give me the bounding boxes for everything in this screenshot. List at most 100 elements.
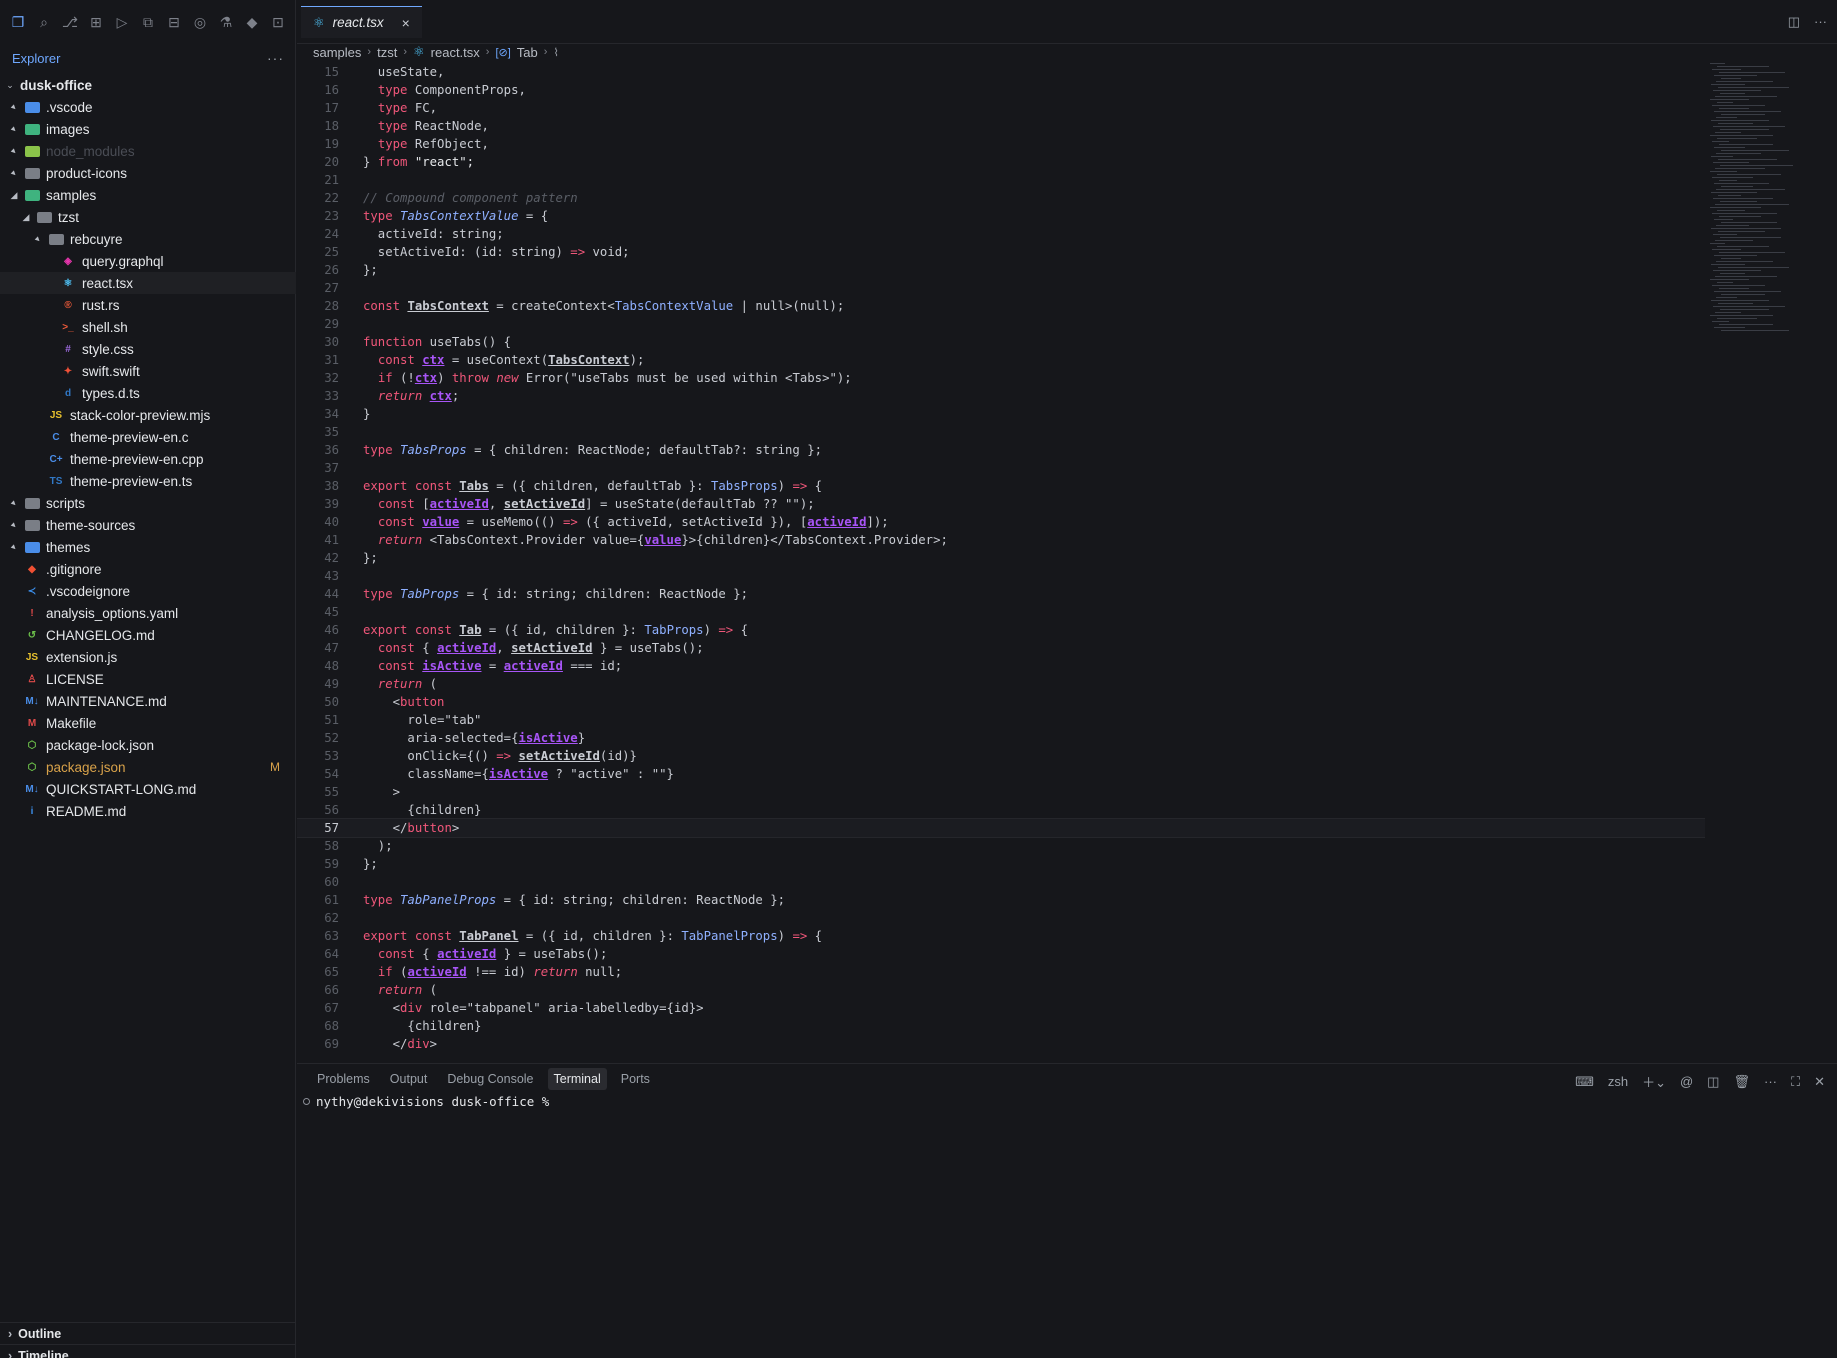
code-line[interactable]: 59}; [297,855,1705,873]
code-line[interactable]: 25 setActiveId: (id: string) => void; [297,243,1705,261]
code-line[interactable]: 53 onClick={() => setActiveId(id)} [297,747,1705,765]
source-control-icon[interactable]: ⎇ [60,12,80,32]
accounts-icon[interactable]: ◎ [190,12,210,32]
panel-tab-ports[interactable]: Ports [615,1068,656,1090]
more-actions-icon[interactable]: ··· [1764,1074,1777,1089]
tree-file-item[interactable]: JS extension.js [0,646,296,668]
tree-file-item[interactable]: ! analysis_options.yaml [0,602,296,624]
terminal-prompt-line[interactable]: nythy@dekivisions dusk-office % [303,1094,549,1109]
more-actions-icon[interactable]: ··· [1814,14,1827,30]
code-line[interactable]: 37 [297,459,1705,477]
tree-file-item[interactable]: d types.d.ts [0,382,296,404]
tree-file-item[interactable]: # style.css [0,338,296,360]
code-line[interactable]: 28 const TabsContext = createContext<Tabs… [297,297,1705,315]
extensions-icon[interactable]: ⊟ [164,12,184,32]
code-editor[interactable]: 15 useState, 16 type ComponentProps, 17 ty… [297,63,1705,1063]
tree-file-item[interactable]: M↓ MAINTENANCE.md [0,690,296,712]
code-line[interactable]: 68 {children} [297,1017,1705,1035]
files-icon[interactable]: ❐ [8,12,28,32]
testing-icon[interactable]: ⚗ [216,12,236,32]
tree-file-item[interactable]: M↓ QUICKSTART-LONG.md [0,778,296,800]
new-terminal-icon[interactable]: ＋⌄ [1642,1072,1666,1091]
code-line[interactable]: 51 role="tab" [297,711,1705,729]
tree-file-item[interactable]: i README.md [0,800,296,822]
breadcrumb-item-file[interactable]: react.tsx [431,45,480,60]
explorer-more-actions-button[interactable]: ··· [267,50,284,66]
code-line[interactable]: 54 className={isActive ? "active" : ""} [297,765,1705,783]
code-line[interactable]: 42}; [297,549,1705,567]
code-line[interactable]: 33 return ctx; [297,387,1705,405]
code-line[interactable]: 19 type RefObject, [297,135,1705,153]
code-line[interactable]: 48 const isActive = activeId === id; [297,657,1705,675]
breadcrumb-item-symbol[interactable]: Tab [517,45,538,60]
code-line[interactable]: 40 const value = useMemo(() => ({ active… [297,513,1705,531]
code-line[interactable]: 43 [297,567,1705,585]
code-line[interactable]: 34} [297,405,1705,423]
tree-file-item[interactable]: ® rust.rs [0,294,296,316]
tree-file-item[interactable]: ◆ .gitignore [0,558,296,580]
code-line[interactable]: 17 type FC, [297,99,1705,117]
tab-react-tsx[interactable]: ⚛ react.tsx × [301,6,422,38]
code-line[interactable]: 35 [297,423,1705,441]
code-line[interactable]: 38 export const Tabs = ({ children, defau… [297,477,1705,495]
code-line[interactable]: 62 [297,909,1705,927]
remote-explorer-icon[interactable]: ⧉ [138,12,158,32]
search-icon[interactable]: ⌕ [34,12,54,32]
code-line[interactable]: 63 export const TabPanel = ({ id, childre… [297,927,1705,945]
breadcrumb-item-samples[interactable]: samples [313,45,361,60]
tree-file-item[interactable]: >_ shell.sh [0,316,296,338]
code-line[interactable]: 57 </button> [297,818,1705,838]
close-icon[interactable]: ✕ [1814,1074,1825,1090]
code-line[interactable]: 55 > [297,783,1705,801]
code-line[interactable]: 32 if (!ctx) throw new Error("useTabs mu… [297,369,1705,387]
code-line[interactable]: 65 if (activeId !== id) return null; [297,963,1705,981]
code-line[interactable]: 30 function useTabs() { [297,333,1705,351]
code-line[interactable]: 45 [297,603,1705,621]
code-line[interactable]: 58 ); [297,837,1705,855]
code-line[interactable]: 21 [297,171,1705,189]
tree-file-item[interactable]: ⬡ package-lock.json [0,734,296,756]
code-line[interactable]: 29 [297,315,1705,333]
tree-folder-item[interactable]: ◢ tzst [0,206,296,228]
code-line[interactable]: 23 type TabsContextValue = { [297,207,1705,225]
code-line[interactable]: 15 useState, [297,63,1705,81]
tree-file-item[interactable]: ◈ query.graphql [0,250,296,272]
tree-folder-item[interactable]: ▸ rebcuyre [0,228,296,250]
tree-file-item[interactable]: C+ theme-preview-en.cpp [0,448,296,470]
tree-file-item[interactable]: JS stack-color-preview.mjs [0,404,296,426]
code-line[interactable]: 66 return ( [297,981,1705,999]
tree-file-item[interactable]: ⚛ react.tsx [0,272,296,294]
code-line[interactable]: 47 const { activeId, setActiveId } = use… [297,639,1705,657]
tree-file-item[interactable]: TS theme-preview-en.ts [0,470,296,492]
code-line[interactable]: 60 [297,873,1705,891]
tree-file-item[interactable]: M Makefile [0,712,296,734]
tree-folder-item[interactable]: ⌄ dusk-office [0,74,296,96]
code-line[interactable]: 69 </div> [297,1035,1705,1053]
minimap[interactable] [1705,63,1837,1063]
breadcrumb-item-tzst[interactable]: tzst [377,45,397,60]
panel-tab-debug-console[interactable]: Debug Console [441,1068,539,1090]
code-line[interactable]: 56 {children} [297,801,1705,819]
panel-tab-output[interactable]: Output [384,1068,434,1090]
code-line[interactable]: 39 const [activeId, setActiveId] = useSt… [297,495,1705,513]
code-line[interactable]: 64 const { activeId } = useTabs(); [297,945,1705,963]
panel-tab-terminal[interactable]: Terminal [547,1068,607,1090]
split-editor-icon[interactable]: ◫ [1788,14,1800,30]
code-line[interactable]: 26}; [297,261,1705,279]
code-line[interactable]: 44 type TabProps = { id: string; children… [297,585,1705,603]
split-terminal-icon[interactable]: ◫ [1707,1074,1719,1090]
code-line[interactable]: 18 type ReactNode, [297,117,1705,135]
tree-folder-item[interactable]: ▸ node_modules [0,140,296,162]
tree-file-item[interactable]: ≺ .vscodeignore [0,580,296,602]
panel-tab-problems[interactable]: Problems [311,1068,376,1090]
tree-folder-item[interactable]: ▸ images [0,118,296,140]
code-line[interactable]: 41 return <TabsContext.Provider value={v… [297,531,1705,549]
code-line[interactable]: 24 activeId: string; [297,225,1705,243]
at-icon[interactable]: @ [1680,1074,1693,1089]
code-line[interactable]: 36 type TabsProps = { children: ReactNode… [297,441,1705,459]
tree-folder-item[interactable]: ▸ scripts [0,492,296,514]
timeline-section-header[interactable]: › Timeline [0,1344,296,1358]
code-line[interactable]: 27 [297,279,1705,297]
code-line[interactable]: 67 <div role="tabpanel" aria-labelledby=… [297,999,1705,1017]
maximize-panel-icon[interactable]: ⛶ [1791,1074,1800,1090]
